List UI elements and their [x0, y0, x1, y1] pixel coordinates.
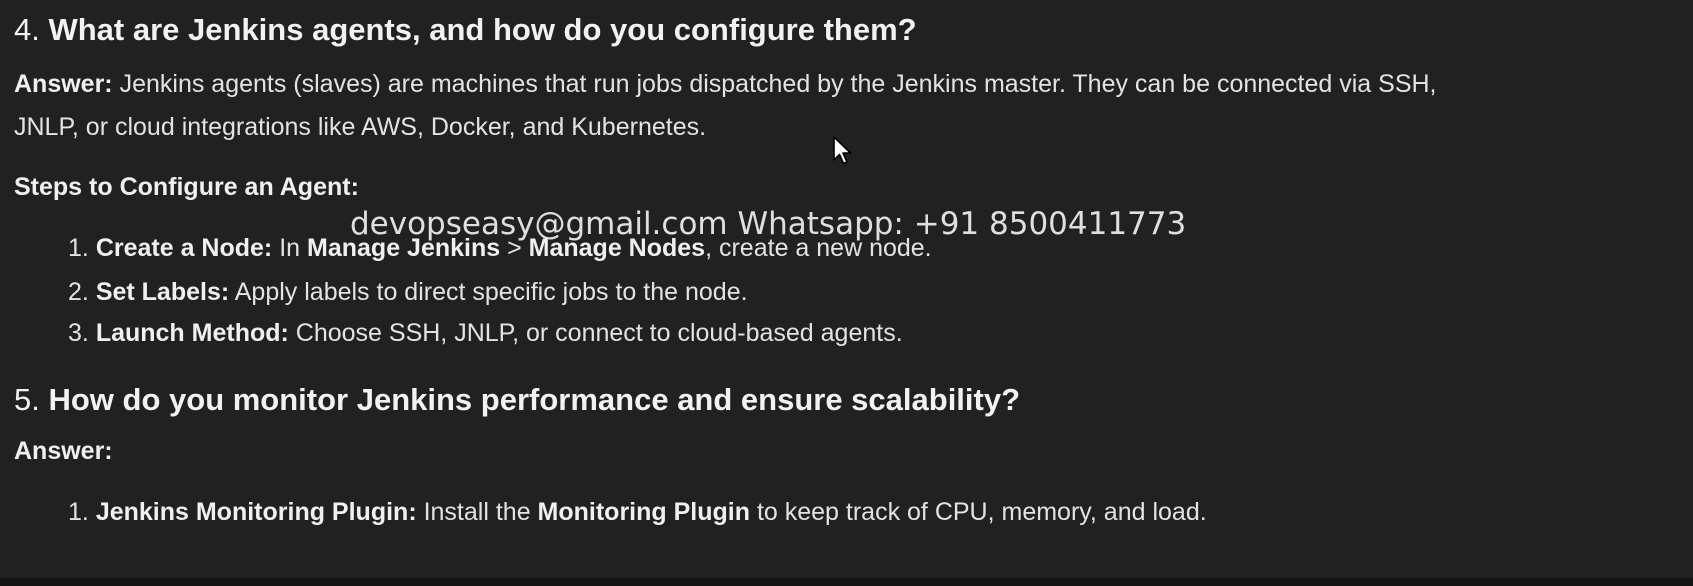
- list-item-bold: Monitoring Plugin: [537, 498, 750, 526]
- list-item-number: 1.: [68, 234, 89, 262]
- list-item: 3. Launch Method: Choose SSH, JNLP, or c…: [68, 313, 903, 353]
- question-4-answer-line-2: JNLP, or cloud integrations like AWS, Do…: [14, 104, 706, 150]
- steps-heading-text: Steps to Configure an Agent:: [14, 173, 359, 201]
- list-item: 1. Jenkins Monitoring Plugin: Install th…: [68, 492, 1207, 532]
- list-item-text: to keep track of CPU, memory, and load.: [750, 498, 1207, 526]
- list-item-text: In: [272, 234, 308, 262]
- list-item-label: Create a Node:: [95, 234, 273, 262]
- list-item-number: 2.: [68, 278, 89, 306]
- question-5-answer: Answer:: [14, 428, 113, 474]
- list-item-text: Install the: [416, 498, 538, 526]
- mouse-pointer-icon: [833, 136, 852, 165]
- question-4-text: What are Jenkins agents, and how do you …: [48, 12, 917, 47]
- list-item-label: Launch Method:: [95, 319, 289, 347]
- question-4-number: 4.: [14, 12, 40, 47]
- steps-heading: Steps to Configure an Agent:: [14, 164, 359, 210]
- bottom-edge-bar: [0, 578, 1693, 586]
- question-4-answer-line-1: Answer: Jenkins agents (slaves) are mach…: [14, 61, 1437, 107]
- list-item-text: Apply labels to direct specific jobs to …: [229, 278, 748, 306]
- question-5-number: 5.: [14, 382, 40, 417]
- answer-label: Answer:: [14, 70, 113, 98]
- list-item-label: Set Labels:: [95, 278, 230, 306]
- list-item-number: 3.: [68, 319, 89, 347]
- question-4-heading: 4. What are Jenkins agents, and how do y…: [14, 10, 917, 50]
- list-item-label: Jenkins Monitoring Plugin:: [95, 498, 417, 526]
- list-item: 2. Set Labels: Apply labels to direct sp…: [68, 272, 748, 312]
- list-item-text: Choose SSH, JNLP, or connect to cloud-ba…: [288, 319, 903, 347]
- answer-text-continued: JNLP, or cloud integrations like AWS, Do…: [14, 113, 707, 141]
- answer-label: Answer:: [14, 437, 113, 465]
- question-5-text: How do you monitor Jenkins performance a…: [48, 382, 1021, 417]
- list-item-number: 1.: [68, 498, 89, 526]
- answer-text: Jenkins agents (slaves) are machines tha…: [112, 70, 1437, 98]
- watermark-text: devopseasy@gmail.com Whatsapp: +91 85004…: [350, 206, 1187, 242]
- question-5-heading: 5. How do you monitor Jenkins performanc…: [14, 380, 1020, 420]
